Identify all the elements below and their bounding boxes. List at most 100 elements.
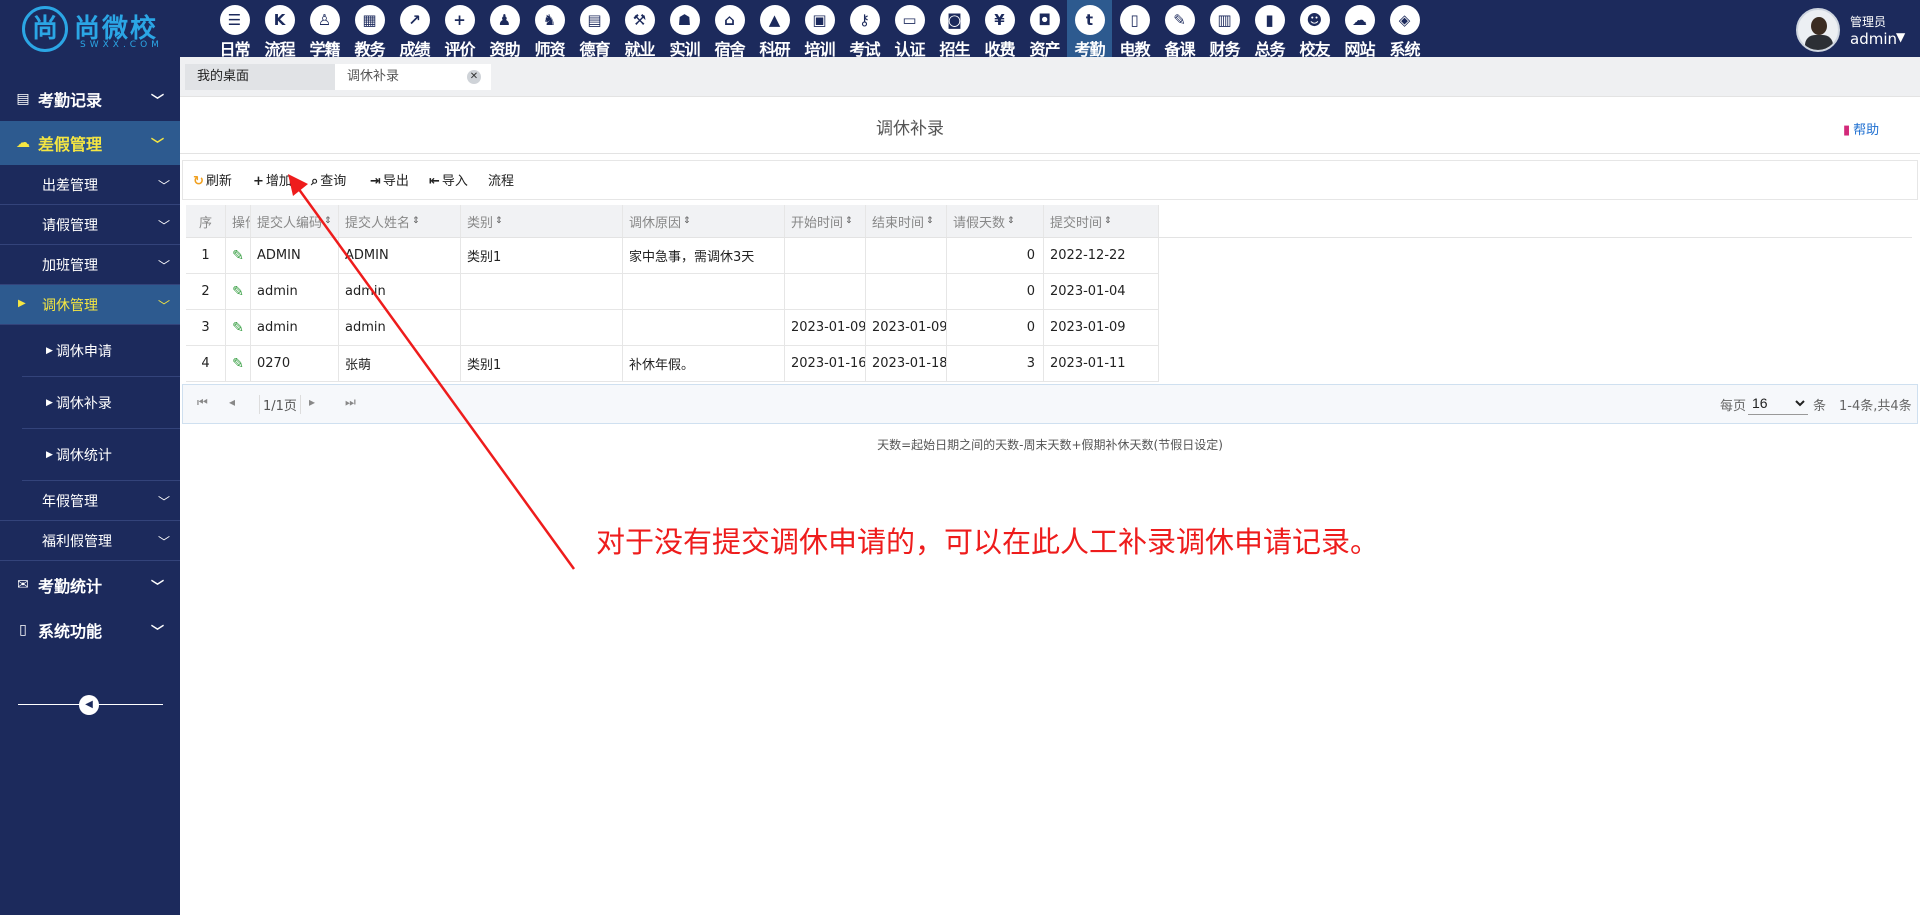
column-header-label: 操作 (232, 215, 250, 231)
logo[interactable]: 尚 尚微校 SWXX.COM (22, 6, 172, 52)
module-calendar[interactable]: ▦ 教务 (347, 0, 392, 59)
table-cell (623, 310, 785, 345)
module-document[interactable]: ☰ 日常 (212, 0, 257, 59)
table-row[interactable]: 4 ✎ 0270 张萌 类别1 补休年假。 2023-01-16 2023-01-18 3 202… (186, 346, 1159, 382)
module-chart[interactable]: ↗ 成绩 (392, 0, 437, 59)
sort-icon[interactable]: ⇕ (412, 216, 420, 226)
module-users[interactable]: ☻ 校友 (1292, 0, 1337, 59)
query-button[interactable]: ⌕ 查询 (311, 170, 346, 189)
sidebar-item-welfare-leave[interactable]: 福利假管理 ﹀ (0, 521, 180, 561)
record-count: 1-4条,共4条 (1839, 399, 1912, 414)
page-size-select[interactable]: 163264 (1748, 391, 1808, 415)
module-newspaper[interactable]: ▥ 财务 (1202, 0, 1247, 59)
sort-icon[interactable]: ⇕ (926, 216, 934, 226)
refresh-button[interactable]: ↻ 刷新 (193, 170, 232, 189)
sort-icon[interactable]: ⇕ (845, 216, 853, 226)
sidebar-leaf-comp-stats[interactable]: ▶ 调休统计 (22, 429, 180, 481)
module-book[interactable]: ▤ 德育 (572, 0, 617, 59)
column-header[interactable]: 结束时间 ⇕ (866, 205, 947, 237)
import-button[interactable]: ⇤ 导入 (429, 170, 468, 189)
module-tumblr[interactable]: t 考勤 (1067, 0, 1112, 59)
module-graduation[interactable]: ▲ 科研 (752, 0, 797, 59)
pencil-icon[interactable]: ✎ (232, 320, 244, 336)
first-page-icon[interactable]: ⏮ (197, 395, 208, 410)
module-bus[interactable]: ◙ 招生 (932, 0, 977, 59)
table-cell: admin (251, 274, 339, 309)
column-header[interactable]: 提交人编码 ⇕ (251, 205, 339, 237)
add-button[interactable]: + 增加 (253, 170, 292, 189)
prev-page-icon[interactable]: ◂ (229, 395, 235, 409)
sidebar-leaf-comp-apply[interactable]: ▶ 调休申请 (22, 325, 180, 377)
next-page-icon[interactable]: ▸ (309, 395, 315, 409)
sort-icon[interactable]: ⇕ (324, 216, 332, 226)
close-icon[interactable]: ✕ (467, 70, 481, 84)
module-calendar-plus[interactable]: + 评价 (437, 0, 482, 59)
module-student[interactable]: ♙ 学籍 (302, 0, 347, 59)
caret-down-icon[interactable]: ▼ (1896, 30, 1905, 44)
sidebar-item-business-trip[interactable]: 出差管理 ﹀ (0, 165, 180, 205)
sidebar-group-system-functions[interactable]: ▯ 系统功能 ﹀ (0, 608, 180, 652)
sidebar-item-annual-leave[interactable]: 年假管理 ﹀ (0, 481, 180, 521)
help-link[interactable]: ▮ 帮助 (1843, 119, 1879, 138)
table-row[interactable]: 1 ✎ ADMIN ADMIN 类别1 家中急事，需调休3天 0 2022-12-22 (186, 238, 1159, 274)
table-row[interactable]: 2 ✎ admin admin 0 2023-01-04 (186, 274, 1159, 310)
module-cube[interactable]: ◈ 系统 (1382, 0, 1427, 59)
sort-icon[interactable]: ⇕ (495, 216, 503, 226)
module-user-shield[interactable]: ♟ 资助 (482, 0, 527, 59)
avatar[interactable] (1796, 8, 1840, 52)
flow-icon: K (264, 5, 295, 35)
table-cell: 1 (186, 238, 226, 273)
collapse-left-icon[interactable]: ◀ (79, 695, 99, 715)
module-cloud[interactable]: ☁ 网站 (1337, 0, 1382, 59)
column-header[interactable]: 提交人姓名 ⇕ (339, 205, 461, 237)
sidebar-item-compensatory-leave[interactable]: ▶ 调休管理 ﹀ (0, 285, 180, 325)
column-header[interactable]: 调休原因 ⇕ (623, 205, 785, 237)
column-header[interactable]: 类别 ⇕ (461, 205, 623, 237)
user-name[interactable]: admin (1850, 30, 1897, 48)
module-flow[interactable]: K 流程 (257, 0, 302, 59)
sidebar-collapse-slider[interactable]: ◀ (18, 695, 163, 715)
user-menu[interactable]: 管理员 admin ▼ (1796, 8, 1916, 52)
export-button[interactable]: ⇥ 导出 (370, 170, 409, 189)
sidebar-group-attendance-records[interactable]: ▤ 考勤记录 ﹀ (0, 77, 180, 121)
module-robot[interactable]: ☗ 实训 (662, 0, 707, 59)
module-bar-chart[interactable]: ▮ 总务 (1247, 0, 1292, 59)
column-header-label: 序 (198, 215, 212, 231)
pencil-icon[interactable]: ✎ (232, 248, 244, 264)
sidebar-item-leave-request[interactable]: 请假管理 ﹀ (0, 205, 180, 245)
sidebar-leaf-label: 调休补录 (55, 395, 112, 412)
module-monitor[interactable]: ▭ 认证 (887, 0, 932, 59)
module-key[interactable]: ⚷ 考试 (842, 0, 887, 59)
column-header-label: 提交人姓名 (345, 215, 411, 231)
sidebar-group-attendance-stats[interactable]: ✉ 考勤统计 ﹀ (0, 563, 180, 607)
pencil-icon[interactable]: ✎ (232, 284, 244, 300)
sidebar-group-leave-management[interactable]: ☁ 差假管理 ﹀ (0, 121, 180, 165)
pencil-icon[interactable]: ✎ (232, 356, 244, 372)
column-header[interactable]: 开始时间 ⇕ (785, 205, 866, 237)
module-home[interactable]: ⌂ 宿舍 (707, 0, 752, 59)
column-header[interactable]: 请假天数 ⇕ (947, 205, 1044, 237)
module-tablet[interactable]: ▯ 电教 (1112, 0, 1157, 59)
module-gavel[interactable]: ⚒ 就业 (617, 0, 662, 59)
module-edit[interactable]: ✎ 备课 (1157, 0, 1202, 59)
last-page-icon[interactable]: ⏭ (345, 395, 356, 410)
tab-comp-backfill[interactable]: 调休补录 ✕ (335, 64, 491, 90)
module-image[interactable]: ▣ 培训 (797, 0, 842, 59)
sort-icon[interactable]: ⇕ (683, 216, 691, 226)
table-row[interactable]: 3 ✎ admin admin 2023-01-09 2023-01-09 0 2023-01… (186, 310, 1159, 346)
home-icon: ⌂ (714, 5, 745, 35)
sort-icon[interactable]: ⇕ (1104, 216, 1112, 226)
edit-icon: ✎ (1164, 5, 1195, 35)
sort-icon[interactable]: ⇕ (1007, 216, 1015, 226)
tab-my-desktop[interactable]: 我的桌面 (185, 64, 335, 90)
module-yen[interactable]: ¥ 收费 (977, 0, 1022, 59)
module-teacher[interactable]: ♞ 师资 (527, 0, 572, 59)
module-train[interactable]: ◘ 资产 (1022, 0, 1067, 59)
column-header[interactable]: 提交时间 ⇕ (1044, 205, 1159, 237)
sidebar-leaf-comp-backfill[interactable]: ▶ 调休补录 (22, 377, 180, 429)
sidebar: ▤ 考勤记录 ﹀ ☁ 差假管理 ﹀ 出差管理 ﹀ 请假管理 ﹀ 加班管理 ﹀ ▶… (0, 57, 180, 915)
cloud-icon: ☁ (16, 135, 30, 151)
flow-button[interactable]: 流程 (488, 170, 514, 189)
table-cell: admin (339, 274, 461, 309)
sidebar-item-overtime[interactable]: 加班管理 ﹀ (0, 245, 180, 285)
